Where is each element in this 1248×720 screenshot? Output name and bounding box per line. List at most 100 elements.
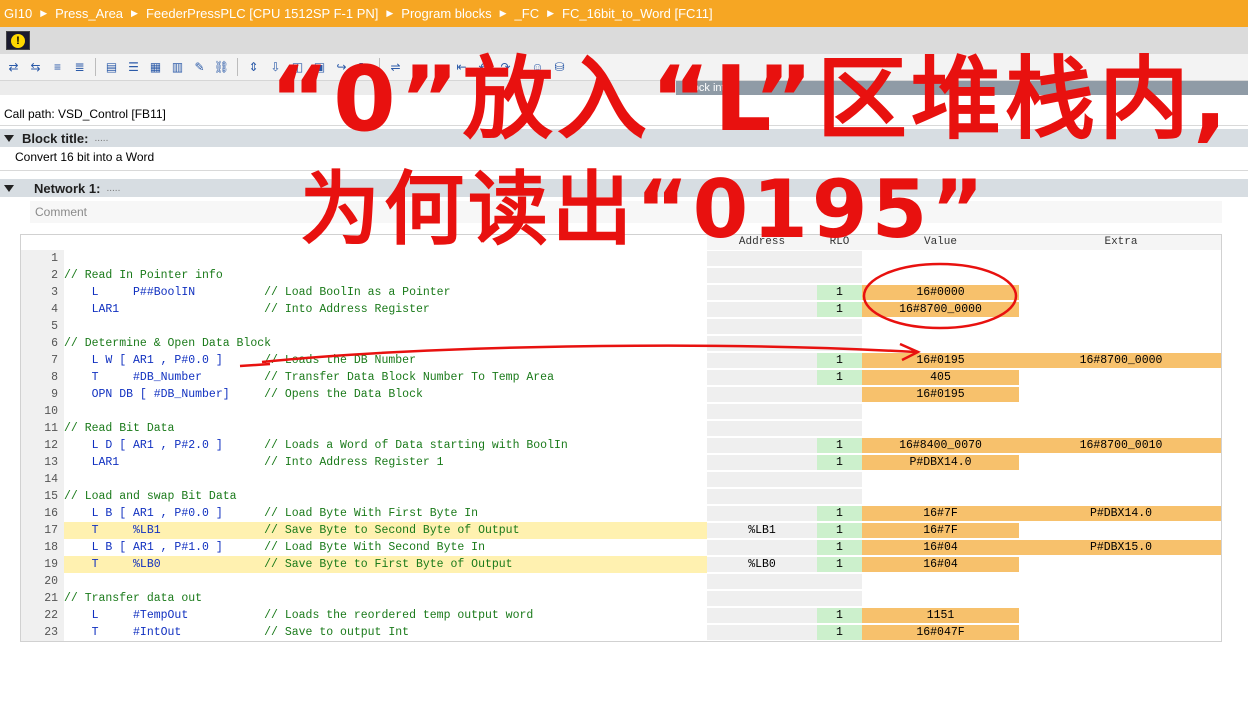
- code-line[interactable]: 12 L D [ AR1 , P#2.0 ] // Loads a Word o…: [21, 437, 1221, 454]
- network-comment-field[interactable]: Comment: [30, 201, 1222, 223]
- code-text[interactable]: [64, 573, 707, 590]
- address-cell: [707, 591, 817, 606]
- back-icon[interactable]: ↶: [474, 58, 493, 77]
- block-description[interactable]: Convert 16 bit into a Word: [15, 150, 154, 164]
- code-text[interactable]: LAR1 // Into Address Register: [64, 301, 707, 318]
- stl-code-editor[interactable]: Address RLO Value Extra 1 2// Read In Poi…: [20, 234, 1222, 642]
- code-line[interactable]: 2// Read In Pointer info: [21, 267, 1221, 284]
- forward-icon[interactable]: ↷: [496, 58, 515, 77]
- breadcrumb-item[interactable]: GI10: [4, 6, 32, 21]
- code-line[interactable]: 22 L #TempOut // Loads the reordered tem…: [21, 607, 1221, 624]
- database-icon[interactable]: ⛁: [550, 58, 569, 77]
- view-icon[interactable]: ◫: [288, 58, 307, 77]
- code-text[interactable]: L W [ AR1 , P#0.0 ] // Loads the DB Numb…: [64, 352, 707, 369]
- outdent-icon[interactable]: ⇤: [452, 58, 471, 77]
- code-line[interactable]: 19 T %LB0 // Save Byte to First Byte of …: [21, 556, 1221, 573]
- code-line[interactable]: 8 T #DB_Number // Transfer Data Block Nu…: [21, 369, 1221, 386]
- code-line[interactable]: 21// Transfer data out: [21, 590, 1221, 607]
- breadcrumb-separator-icon: ▶: [386, 8, 394, 18]
- address-cell: [707, 336, 817, 351]
- code-line[interactable]: 14: [21, 471, 1221, 488]
- code-text[interactable]: T #IntOut // Save to output Int: [64, 624, 707, 641]
- code-line[interactable]: 15// Load and swap Bit Data: [21, 488, 1221, 505]
- breadcrumb: GI10 ▶ Press_Area ▶ FeederPressPLC [CPU 1512…: [0, 0, 1248, 27]
- code-text[interactable]: [64, 318, 707, 335]
- scroll-icon[interactable]: ⇕: [244, 58, 263, 77]
- code-text[interactable]: LAR1 // Into Address Register 1: [64, 454, 707, 471]
- select-icon[interactable]: ▣: [310, 58, 329, 77]
- code-text[interactable]: T %LB0 // Save Byte to First Byte of Out…: [64, 556, 707, 573]
- network-1-bar[interactable]: Network 1: .....: [0, 179, 1248, 197]
- line-number: 23: [21, 624, 64, 641]
- download-icon[interactable]: ⇩: [266, 58, 285, 77]
- code-text[interactable]: L D [ AR1 , P#2.0 ] // Loads a Word of D…: [64, 437, 707, 454]
- code-line[interactable]: 13 LAR1 // Into Address Register 1 1 P#DBX…: [21, 454, 1221, 471]
- code-line[interactable]: 1: [21, 250, 1221, 267]
- code-text[interactable]: L #TempOut // Loads the reordered temp o…: [64, 607, 707, 624]
- go-offline-icon[interactable]: ⇆: [26, 58, 45, 77]
- rlo-cell: 1: [817, 353, 862, 368]
- code-line[interactable]: 10: [21, 403, 1221, 420]
- breadcrumb-separator-icon: ▶: [547, 8, 555, 18]
- code-line[interactable]: 11// Read Bit Data: [21, 420, 1221, 437]
- breadcrumb-item[interactable]: Press_Area: [55, 6, 123, 21]
- code-line[interactable]: 4 LAR1 // Into Address Register 1 16#8700_…: [21, 301, 1221, 318]
- line-number: 17: [21, 522, 64, 539]
- code-text[interactable]: T #DB_Number // Transfer Data Block Numb…: [64, 369, 707, 386]
- table-icon[interactable]: ▥: [168, 58, 187, 77]
- breadcrumb-item[interactable]: FC_16bit_to_Word [FC11]: [562, 6, 713, 21]
- code-text[interactable]: // Read Bit Data: [64, 420, 707, 437]
- block-title-bar[interactable]: Block title: .....: [0, 129, 1248, 147]
- code-text[interactable]: // Read In Pointer info: [64, 267, 707, 284]
- user-icon[interactable]: ☺: [528, 58, 547, 77]
- code-text[interactable]: [64, 471, 707, 488]
- call-icon[interactable]: ⤷: [408, 58, 427, 77]
- address-cell: [707, 370, 817, 385]
- warning-exclamation-icon[interactable]: !: [6, 31, 30, 50]
- go-online-icon[interactable]: ⇄: [4, 58, 23, 77]
- indent-icon[interactable]: ⇥: [430, 58, 449, 77]
- address-cell: [707, 608, 817, 623]
- code-line[interactable]: 18 L B [ AR1 , P#1.0 ] // Load Byte With…: [21, 539, 1221, 556]
- code-text[interactable]: OPN DB [ #DB_Number] // Opens the Data B…: [64, 386, 707, 403]
- comment-icon[interactable]: ✎: [190, 58, 209, 77]
- grid-icon[interactable]: ▦: [146, 58, 165, 77]
- code-line[interactable]: 23 T #IntOut // Save to output Int 1 16#04…: [21, 624, 1221, 641]
- block-interface-tab[interactable]: Block inte: [676, 81, 1248, 95]
- code-text[interactable]: L P##BoolIN // Load BoolIn as a Pointer: [64, 284, 707, 301]
- code-text[interactable]: L B [ AR1 , P#0.0 ] // Load Byte With Fi…: [64, 505, 707, 522]
- compare-icon[interactable]: ⇌: [386, 58, 405, 77]
- code-line[interactable]: 3 L P##BoolIN // Load BoolIn as a Pointe…: [21, 284, 1221, 301]
- address-cell: %LB0: [707, 557, 817, 572]
- code-text[interactable]: // Load and swap Bit Data: [64, 488, 707, 505]
- line-number: 6: [21, 335, 64, 352]
- code-text[interactable]: // Determine & Open Data Block: [64, 335, 707, 352]
- code-line[interactable]: 9 OPN DB [ #DB_Number] // Opens the Data…: [21, 386, 1221, 403]
- code-line[interactable]: 16 L B [ AR1 , P#0.0 ] // Load Byte With…: [21, 505, 1221, 522]
- code-line[interactable]: 20: [21, 573, 1221, 590]
- rlo-cell: 1: [817, 438, 862, 453]
- breadcrumb-item[interactable]: _FC: [515, 6, 540, 21]
- monitor-icon[interactable]: ▤: [102, 58, 121, 77]
- list-icon[interactable]: ☰: [124, 58, 143, 77]
- rlo-cell: 1: [817, 506, 862, 521]
- code-text[interactable]: [64, 250, 707, 267]
- collapse-triangle-icon[interactable]: [4, 134, 14, 142]
- code-text[interactable]: [64, 403, 707, 420]
- code-text[interactable]: L B [ AR1 , P#1.0 ] // Load Byte With Se…: [64, 539, 707, 556]
- breadcrumb-item[interactable]: Program blocks: [401, 6, 491, 21]
- code-line[interactable]: 7 L W [ AR1 , P#0.0 ] // Loads the DB Nu…: [21, 352, 1221, 369]
- code-text[interactable]: T %LB1 // Save Byte to Second Byte of Ou…: [64, 522, 707, 539]
- code-line[interactable]: 5: [21, 318, 1221, 335]
- collapse-triangle-icon[interactable]: [4, 184, 14, 192]
- code-text[interactable]: // Transfer data out: [64, 590, 707, 607]
- link-icon[interactable]: ⛓: [212, 58, 231, 77]
- breadcrumb-item[interactable]: FeederPressPLC [CPU 1512SP F-1 PN]: [146, 6, 378, 21]
- insert-network-icon[interactable]: ≡: [48, 58, 67, 77]
- code-line[interactable]: 17 T %LB1 // Save Byte to Second Byte of…: [21, 522, 1221, 539]
- code-line[interactable]: 6// Determine & Open Data Block: [21, 335, 1221, 352]
- goto-icon[interactable]: ↪: [332, 58, 351, 77]
- delete-network-icon[interactable]: ≣: [70, 58, 89, 77]
- refresh-icon[interactable]: ↻: [354, 58, 373, 77]
- line-number: 18: [21, 539, 64, 556]
